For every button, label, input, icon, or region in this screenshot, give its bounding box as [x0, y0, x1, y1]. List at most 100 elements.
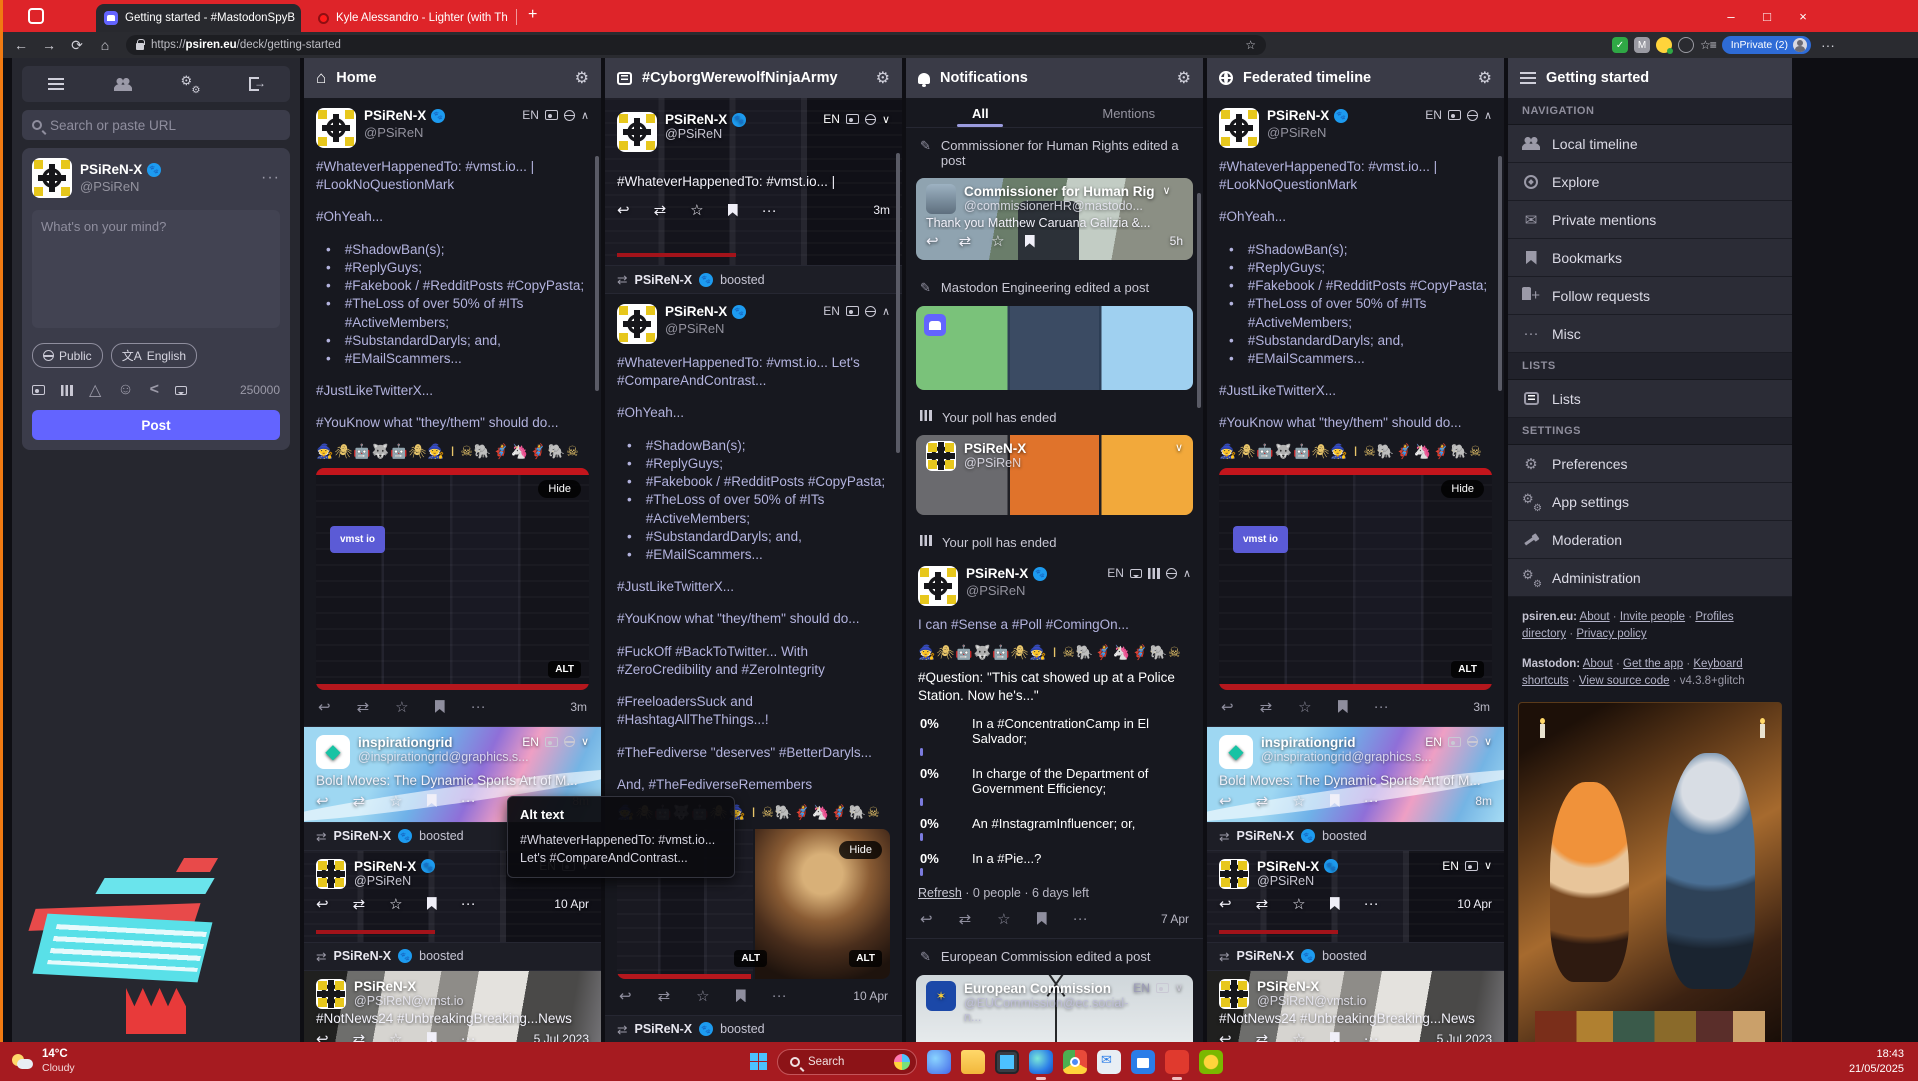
column-settings-icon[interactable]: ⚙: [1478, 68, 1492, 88]
more-button[interactable]: ···: [762, 202, 777, 219]
taskbar-app-edge[interactable]: [1029, 1049, 1053, 1080]
link-about[interactable]: About: [1580, 611, 1610, 623]
taskbar-search[interactable]: Search: [777, 1048, 917, 1075]
reply-button[interactable]: ↩: [1219, 895, 1232, 913]
emoji-icon[interactable]: ☺: [117, 381, 133, 399]
scrollbar-thumb[interactable]: [896, 153, 900, 453]
post-overlay[interactable]: PSiReN-X🐾 @PSiReN EN∨ ↩ ⇄ ☆ ··· 10 Apr: [1207, 850, 1504, 943]
post-button[interactable]: Post: [32, 410, 280, 440]
avatar[interactable]: [617, 304, 657, 344]
bookmark-button[interactable]: [727, 203, 738, 217]
boost-button[interactable]: ⇄: [1260, 698, 1273, 716]
bookmark-button[interactable]: [1024, 234, 1035, 248]
boost-button[interactable]: ⇄: [353, 792, 366, 810]
logout-button[interactable]: [223, 66, 290, 102]
expand-icon[interactable]: ∨: [1175, 441, 1183, 454]
column-header-getting-started[interactable]: Getting started: [1508, 58, 1792, 98]
inprivate-badge[interactable]: InPrivate (2): [1721, 36, 1811, 54]
poll-option[interactable]: 0% In charge of the Department of Governm…: [918, 766, 1191, 796]
extension-m-icon[interactable]: M: [1634, 37, 1650, 53]
column-header-home[interactable]: ⌂ Home ⚙: [304, 58, 601, 98]
favorite-star-icon[interactable]: ☆: [1245, 38, 1256, 52]
more-button[interactable]: ···: [1073, 910, 1088, 927]
booster-name[interactable]: PSiReN-X: [333, 949, 391, 963]
column-settings-icon[interactable]: ⚙: [1177, 68, 1191, 88]
hide-media-button[interactable]: Hide: [839, 840, 882, 859]
browser-menu-icon[interactable]: ···: [1817, 37, 1839, 53]
taskbar-app-copilot[interactable]: [927, 1049, 951, 1074]
media-attachment[interactable]: vmst io Hide ALT: [316, 467, 589, 690]
reply-button[interactable]: ↩: [1219, 792, 1232, 810]
sidebar-item-lists[interactable]: Lists: [1508, 380, 1792, 418]
avatar[interactable]: [316, 108, 356, 148]
booster-name[interactable]: PSiReN-X: [634, 1022, 692, 1036]
favourite-button[interactable]: ☆: [690, 201, 703, 219]
menu-button[interactable]: [22, 66, 89, 102]
bookmark-button[interactable]: [426, 897, 437, 911]
post[interactable]: PSiReN-X 🐾 @PSiReN EN ∧ #WhateverHappenedT…: [605, 294, 902, 1016]
taskbar-clock[interactable]: 18:43 21/05/2025: [1849, 1047, 1918, 1077]
refresh-button[interactable]: ⟳: [66, 37, 88, 54]
sidebar-item-moderation[interactable]: Moderation: [1508, 521, 1792, 559]
more-button[interactable]: ···: [461, 895, 476, 912]
tab-mentions[interactable]: Mentions: [1055, 98, 1204, 127]
taskbar-app-browser[interactable]: [1063, 1049, 1087, 1074]
reply-button[interactable]: ↩: [617, 201, 630, 219]
browser-tab-inactive[interactable]: Kyle Alessandro - Lighter (with Th ×: [310, 4, 510, 32]
expand-icon[interactable]: ∨: [1175, 981, 1183, 994]
avatar[interactable]: [316, 858, 346, 889]
sidebar-item-private-mentions[interactable]: ✉ Private mentions: [1508, 201, 1792, 239]
taskbar-app-green[interactable]: [1199, 1049, 1223, 1074]
reply-button[interactable]: ↩: [1219, 1030, 1232, 1042]
poll-post[interactable]: PSiReN-X 🐾 @PSiReN EN ∧ I can #Sense a #Po…: [906, 556, 1203, 939]
avatar[interactable]: [1219, 978, 1249, 1009]
alt-badge[interactable]: ALT: [849, 949, 882, 967]
boost-button[interactable]: ⇄: [353, 1030, 366, 1042]
reply-button[interactable]: ↩: [619, 987, 632, 1005]
poll-option[interactable]: 0% In a #Pie...?: [918, 851, 1191, 866]
boost-button[interactable]: ⇄: [353, 895, 366, 913]
sidebar-item-administration[interactable]: Administration: [1508, 559, 1792, 597]
expand-icon[interactable]: ∨: [1484, 735, 1492, 748]
browser-tab-active[interactable]: Getting started - #MastodonSpyB ×: [96, 4, 301, 32]
column-header-hashtag[interactable]: #CyborgWerewolfNinjaArmy ⚙: [605, 58, 902, 98]
avatar[interactable]: [617, 112, 657, 152]
booster-name[interactable]: PSiReN-X: [333, 829, 391, 843]
boost-button[interactable]: ⇄: [1256, 1030, 1269, 1042]
follows-button[interactable]: [89, 66, 156, 102]
reply-button[interactable]: ↩: [316, 1030, 329, 1042]
favourite-button[interactable]: ☆: [1292, 895, 1305, 913]
bookmark-button[interactable]: [735, 989, 746, 1003]
reply-button[interactable]: ↩: [926, 232, 939, 250]
favourite-button[interactable]: ☆: [395, 698, 408, 716]
expand-icon[interactable]: ∨: [882, 113, 890, 126]
link-source[interactable]: View source code: [1579, 675, 1670, 687]
alt-badge[interactable]: ALT: [1451, 660, 1484, 678]
notification-card[interactable]: European Commission @EUCommission@ec.soc…: [916, 974, 1193, 1042]
post-overlay[interactable]: PSiReN-X @PSiReN@vmst.io #NotNews24 #Unb…: [1207, 970, 1504, 1042]
expand-icon[interactable]: ∨: [581, 735, 589, 748]
collapse-icon[interactable]: ∧: [1183, 567, 1191, 580]
column-header-notifications[interactable]: Notifications ⚙: [906, 58, 1203, 98]
account-menu-icon[interactable]: ···: [261, 169, 280, 187]
settings-button[interactable]: [156, 66, 223, 102]
more-button[interactable]: ···: [1364, 895, 1379, 912]
start-button[interactable]: [750, 1053, 767, 1070]
extension-check-icon[interactable]: ✓: [1612, 37, 1628, 53]
expand-icon[interactable]: ∨: [1163, 184, 1171, 197]
bookmark-button[interactable]: [426, 794, 437, 808]
link-privacy[interactable]: Privacy policy: [1576, 628, 1646, 640]
bookmark-button[interactable]: [1329, 1032, 1340, 1042]
reply-button[interactable]: ↩: [318, 698, 331, 716]
hide-media-button[interactable]: Hide: [1441, 479, 1484, 498]
poll-option[interactable]: 0% In a #ConcentrationCamp in El Salvador…: [918, 716, 1191, 746]
avatar[interactable]: [1219, 108, 1259, 148]
avatar[interactable]: [926, 441, 956, 471]
reply-button[interactable]: ↩: [316, 895, 329, 913]
collapse-icon[interactable]: ∧: [1484, 109, 1492, 122]
post[interactable]: PSiReN-X 🐾 @PSiReN EN ∧ #WhateverHappenedT…: [304, 98, 601, 727]
scrollbar-thumb[interactable]: [595, 156, 599, 391]
avatar[interactable]: [316, 734, 350, 769]
post-overlay[interactable]: PSiReN-X 🐾 @PSiReN EN ∨ #WhateverHappenedT…: [605, 98, 902, 266]
content-warning-icon[interactable]: △: [89, 380, 101, 400]
